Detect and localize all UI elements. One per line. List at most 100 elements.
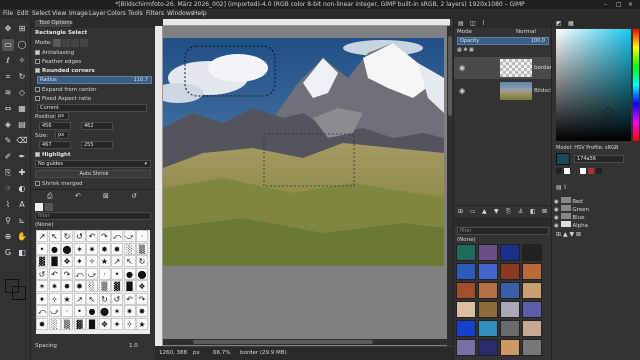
brush-thumbnail[interactable]: ↷ — [61, 267, 73, 280]
brush-thumbnail[interactable]: ↶ — [123, 292, 136, 305]
feather-checkbox[interactable] — [35, 59, 40, 64]
brush-thumbnail[interactable]: ✸ — [61, 280, 73, 292]
channel-visibility-eye-icon[interactable]: ◉ — [554, 223, 559, 229]
brush-thumbnail[interactable]: ● — [86, 305, 98, 317]
patterns-tab-icon[interactable] — [44, 203, 53, 211]
pattern-swatch[interactable] — [500, 339, 520, 356]
pattern-swatch[interactable] — [522, 244, 542, 261]
pattern-swatch[interactable] — [522, 339, 542, 356]
delete-options-icon[interactable]: ⊠ — [103, 192, 109, 200]
levels-tool-icon[interactable]: ◧ — [16, 247, 28, 259]
fixed-option[interactable]: Fixed Aspect ratio — [35, 96, 91, 102]
brush-thumbnail[interactable]: ░ — [48, 317, 61, 330]
menu-tools[interactable]: Tools — [128, 10, 143, 17]
brush-thumbnail[interactable]: · — [136, 230, 148, 242]
new-group-icon[interactable]: ▭ — [470, 208, 476, 215]
brush-thumbnail[interactable]: ↺ — [73, 230, 86, 242]
pattern-swatch[interactable] — [500, 282, 520, 299]
radius-slider[interactable]: Radius 110.7 — [37, 76, 152, 84]
ink-tool-icon[interactable]: ✒ — [16, 151, 28, 163]
channel-raise-icon[interactable]: ▲ — [563, 231, 568, 238]
brush-thumbnail[interactable]: ⬤ — [136, 267, 148, 280]
brush-thumbnail[interactable]: ▒ — [98, 280, 111, 292]
fg-bg-tab-icon[interactable]: ◩ — [556, 20, 562, 27]
brush-thumbnail[interactable]: ✧ — [48, 292, 61, 305]
channel-new-icon[interactable]: ⊞ — [556, 231, 561, 238]
brush-thumbnail[interactable]: ░ — [86, 280, 98, 292]
brush-thumbnail[interactable]: ↗ — [73, 292, 86, 305]
size-width-field[interactable]: 467 — [39, 141, 71, 149]
perspective-tool-icon[interactable]: ◇ — [16, 87, 28, 99]
left-ruler[interactable] — [155, 26, 163, 346]
paintbrush-tool-icon[interactable]: ✎ — [2, 135, 14, 147]
brush-thumbnail[interactable]: ❖ — [136, 280, 148, 292]
brush-thumbnail[interactable]: ↶ — [48, 267, 61, 280]
brush-thumbnail[interactable]: ↗ — [36, 230, 48, 242]
menu-file[interactable]: File — [3, 10, 13, 17]
image-canvas[interactable] — [163, 38, 444, 266]
fg-color-preview[interactable] — [556, 153, 570, 165]
reset-options-icon[interactable]: ↺ — [131, 192, 137, 200]
menu-view[interactable]: View — [52, 10, 66, 17]
move-tool-icon[interactable]: ✥ — [2, 23, 14, 35]
clone-tool-icon[interactable]: ⎘ — [2, 167, 14, 179]
brush-thumbnail[interactable]: ✹ — [111, 242, 123, 255]
brush-thumbnail[interactable]: ● — [48, 242, 61, 255]
mode-intersect-icon[interactable] — [80, 39, 88, 47]
brush-thumbnail[interactable]: █ — [86, 317, 98, 330]
expand-center-checkbox[interactable] — [35, 87, 40, 92]
close-button[interactable]: × — [628, 1, 633, 8]
zoom-tool-icon[interactable]: ⊕ — [2, 231, 14, 243]
mode-buttons[interactable] — [53, 39, 93, 47]
shrink-merged-checkbox[interactable] — [35, 181, 40, 186]
menu-colors[interactable]: Colors — [107, 10, 126, 17]
mode-replace-icon[interactable] — [53, 39, 61, 47]
expand-center-option[interactable]: Expand from center — [35, 87, 97, 93]
hue-strip[interactable] — [633, 29, 639, 141]
highlight-checkbox[interactable] — [35, 152, 40, 157]
brush-thumbnail[interactable]: ↷ — [136, 292, 148, 305]
cage-tool-icon[interactable]: ▦ — [16, 103, 28, 115]
guides-select[interactable]: No guides ▾ — [35, 160, 151, 168]
palette-tab-icon[interactable]: ▦ — [568, 20, 574, 27]
delete-layer-icon[interactable]: ⊠ — [542, 208, 547, 215]
brush-thumbnail[interactable]: ↗ — [111, 255, 123, 267]
brush-thumbnail[interactable]: ❖ — [98, 317, 111, 330]
brush-thumbnail[interactable]: ✷ — [86, 242, 98, 255]
brush-thumbnail[interactable]: ⤻ — [123, 230, 136, 242]
brush-thumbnail[interactable]: · — [61, 305, 73, 317]
paths-tab-icon[interactable]: ⌇ — [482, 20, 485, 27]
pattern-swatch[interactable] — [522, 263, 542, 280]
channel-row-blue[interactable]: ◉ Blue — [554, 213, 638, 221]
anchor-layer-icon[interactable]: ⚓ — [518, 208, 523, 215]
rounded-corners-checkbox[interactable] — [35, 68, 40, 73]
minimize-button[interactable]: – — [604, 1, 607, 8]
brush-thumbnail[interactable]: ✶ — [73, 242, 86, 255]
gegl-tool-icon[interactable]: G — [2, 247, 14, 259]
airbrush-tool-icon[interactable]: ✐ — [2, 151, 14, 163]
background-color-swatch[interactable] — [12, 286, 26, 300]
brush-thumbnail[interactable]: ↻ — [98, 292, 111, 305]
brush-thumbnail[interactable]: ✶ — [36, 280, 48, 292]
shrink-merged-option[interactable]: Shrink merged — [35, 181, 82, 187]
flip-tool-icon[interactable]: ⇔ — [2, 103, 14, 115]
brush-filter-input[interactable]: filter — [35, 212, 151, 220]
new-layer-icon[interactable]: ⊞ — [458, 208, 463, 215]
rotate-tool-icon[interactable]: ↻ — [16, 71, 28, 83]
brush-thumbnail[interactable]: ↷ — [98, 230, 111, 242]
brush-thumbnail[interactable]: ✷ — [123, 305, 136, 317]
brush-thumbnail[interactable]: ✷ — [48, 280, 61, 292]
rect-select-tool-icon[interactable]: ▭ — [2, 39, 14, 51]
brush-thumbnail[interactable]: ░ — [123, 242, 136, 255]
opacity-slider[interactable]: Opacity 100.0 — [457, 37, 549, 45]
menu-layer[interactable]: Layer — [89, 10, 106, 17]
brush-thumbnail[interactable]: ▒ — [136, 242, 148, 255]
brush-thumbnail[interactable]: ⤺ — [36, 305, 48, 317]
brush-thumbnail[interactable]: ✹ — [73, 280, 86, 292]
channel-lower-icon[interactable]: ▼ — [570, 231, 575, 238]
antialiasing-option[interactable]: Antialiasing — [35, 50, 74, 56]
brush-thumbnail[interactable]: ✶ — [111, 305, 123, 317]
layer-row-bildsch[interactable]: ◉ Bildsch — [454, 80, 554, 102]
align-tool-icon[interactable]: ⊞ — [16, 23, 28, 35]
channel-delete-icon[interactable]: ⊠ — [576, 231, 581, 238]
